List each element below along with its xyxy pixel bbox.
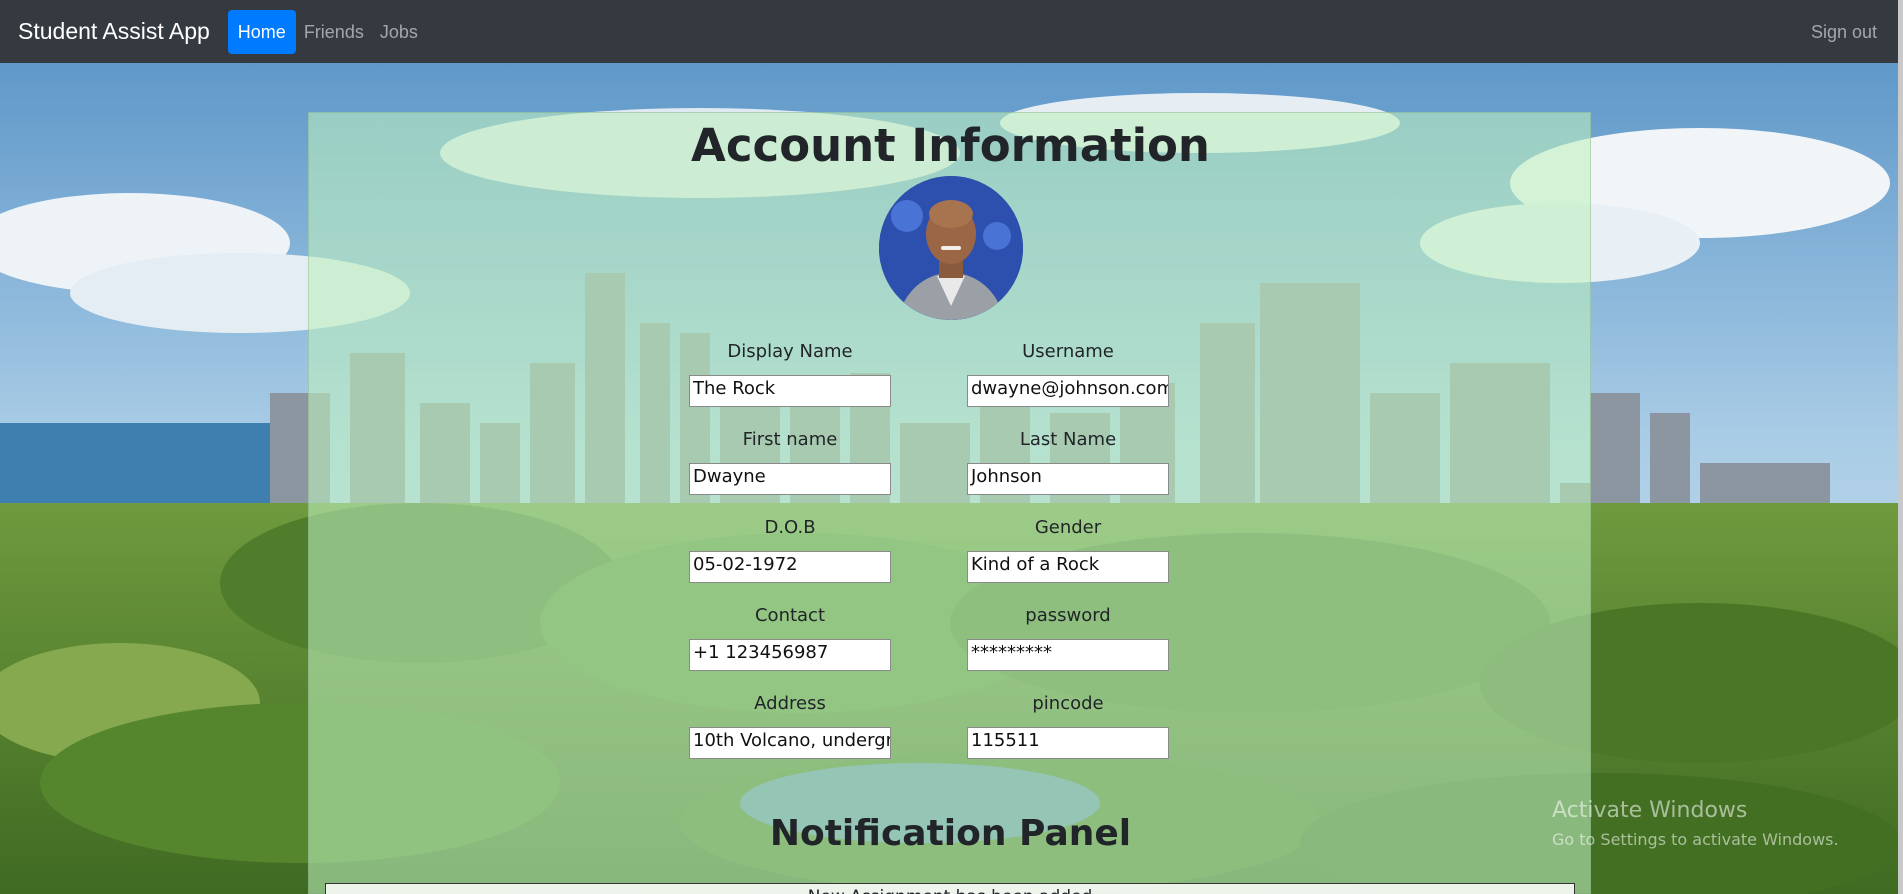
contact-label: Contact [754, 605, 826, 626]
username-input[interactable]: dwayne@johnson.com [967, 375, 1169, 407]
gender-label: Gender [1034, 517, 1102, 538]
nav-home[interactable]: Home [227, 9, 296, 54]
notification-item[interactable]: New Assignment has been added [325, 883, 1575, 894]
dob-input[interactable]: 05-02-1972 [689, 551, 891, 583]
display-name-input[interactable]: The Rock [689, 375, 891, 407]
gender-input[interactable]: Kind of a Rock [967, 551, 1169, 583]
app-brand[interactable]: Student Assist App [18, 18, 210, 45]
vertical-scrollbar[interactable] [1898, 0, 1903, 894]
first-name-label: First name [742, 429, 838, 450]
display-name-label: Display Name [727, 341, 853, 362]
password-input[interactable]: ********* [967, 639, 1169, 671]
windows-watermark-line1: Activate Windows [1552, 798, 1748, 823]
address-label: Address [754, 693, 826, 714]
signout-link[interactable]: Sign out [1803, 10, 1885, 54]
contact-input[interactable]: +1 123456987 [689, 639, 891, 671]
top-navbar: Student Assist App Home Friends Jobs Sig… [0, 0, 1903, 63]
first-name-input[interactable]: Dwayne [689, 463, 891, 495]
nav-jobs[interactable]: Jobs [372, 10, 426, 54]
notification-panel-title: Notification Panel [769, 813, 1132, 854]
nav-friends[interactable]: Friends [296, 10, 372, 54]
avatar [879, 176, 1023, 320]
account-panel: Account Information Display Name The Roc… [308, 112, 1591, 894]
pincode-label: pincode [1032, 693, 1104, 714]
windows-watermark-line2: Go to Settings to activate Windows. [1552, 830, 1839, 849]
password-label: password [1025, 605, 1111, 626]
last-name-label: Last Name [1019, 429, 1117, 450]
last-name-input[interactable]: Johnson [967, 463, 1169, 495]
address-input[interactable]: 10th Volcano, undergrou [689, 727, 891, 759]
username-label: Username [1022, 341, 1114, 362]
dob-label: D.O.B [764, 517, 816, 538]
pincode-input[interactable]: 115511 [967, 727, 1169, 759]
account-title: Account Information [691, 119, 1210, 172]
